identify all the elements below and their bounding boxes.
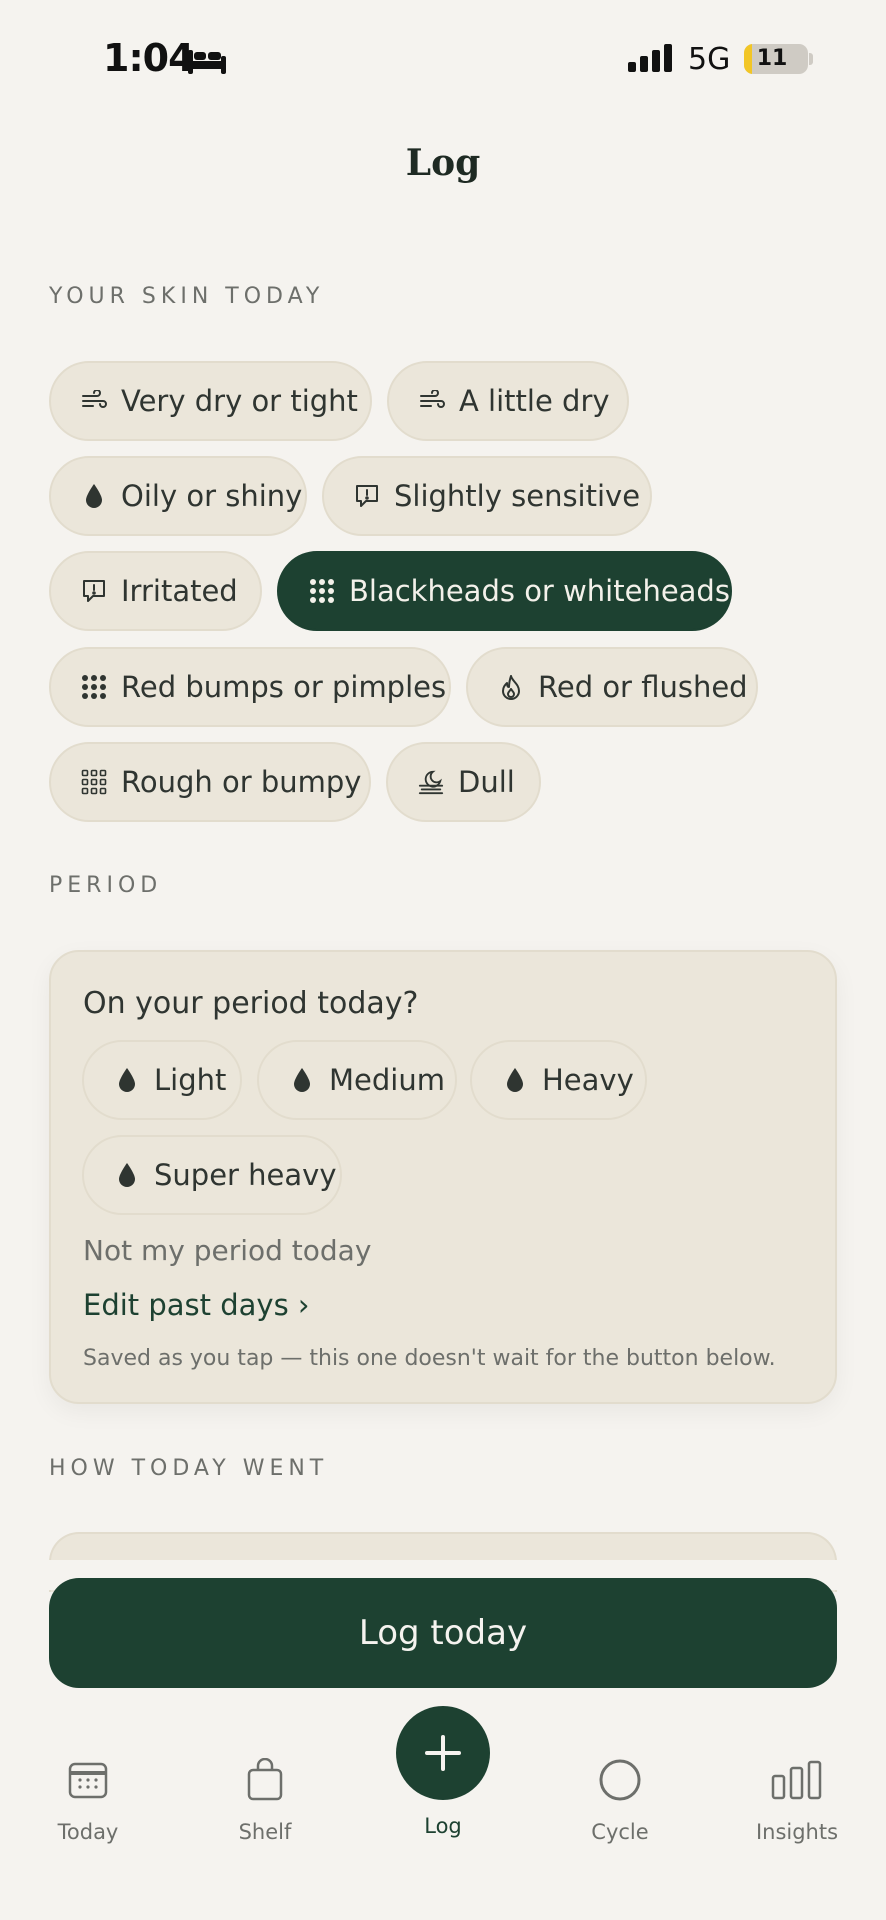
period-option-medium[interactable]: Medium — [257, 1040, 457, 1120]
skin-option-irritated[interactable]: Irritated — [49, 551, 262, 631]
skin-option-dull[interactable]: Dull — [386, 742, 541, 822]
period-card: On your period today? Light Medium Heavy… — [49, 950, 837, 1404]
alert-bubble-icon — [81, 578, 107, 604]
chip-label: Very dry or tight — [121, 384, 358, 418]
bed-icon — [188, 50, 226, 74]
battery-cap — [809, 53, 813, 65]
tab-log[interactable] — [396, 1706, 490, 1800]
not-period-link[interactable]: Not my period today — [83, 1234, 371, 1267]
tab-label: Shelf — [238, 1820, 292, 1844]
skin-option-slightly-sensitive[interactable]: Slightly sensitive — [322, 456, 652, 536]
drop-icon — [502, 1067, 528, 1093]
skin-option-blackheads[interactable]: Blackheads or whiteheads — [277, 551, 732, 631]
drop-icon — [289, 1067, 315, 1093]
battery-level: 11 — [756, 46, 788, 71]
tab-cycle[interactable]: Cycle — [550, 1752, 690, 1844]
bag-icon — [195, 1752, 335, 1808]
page-title: Log — [405, 142, 481, 184]
skin-option-red-bumps[interactable]: Red bumps or pimples — [49, 647, 451, 727]
skin-option-rough[interactable]: Rough or bumpy — [49, 742, 371, 822]
period-option-super-heavy[interactable]: Super heavy — [82, 1135, 342, 1215]
chip-label: Super heavy — [154, 1158, 337, 1192]
chip-label: A little dry — [459, 384, 610, 418]
drop-icon — [114, 1067, 140, 1093]
chip-label: Red bumps or pimples — [121, 670, 447, 704]
saved-note: Saved as you tap — this one doesn't wait… — [83, 1346, 776, 1371]
battery-indicator: 11 — [744, 44, 808, 74]
bar-chart-icon — [727, 1752, 867, 1808]
section-label-how-today: HOW TODAY WENT — [49, 1456, 329, 1481]
signal-icon — [628, 44, 672, 72]
tab-label: Today — [57, 1820, 119, 1844]
haze-moon-icon — [418, 769, 444, 795]
tab-insights[interactable]: Insights — [727, 1752, 867, 1844]
edit-past-days-link[interactable]: Edit past days › — [83, 1288, 310, 1322]
status-bar: 1:04 5G 11 — [0, 0, 886, 120]
chip-label: Red or flushed — [538, 670, 748, 704]
chip-label: Rough or bumpy — [121, 765, 362, 799]
chip-label: Oily or shiny — [121, 479, 303, 513]
flame-icon — [498, 674, 524, 700]
skin-option-red-flushed[interactable]: Red or flushed — [466, 647, 758, 727]
network-type: 5G — [688, 42, 731, 77]
dots-grid-icon — [309, 578, 335, 604]
chip-label: Heavy — [542, 1063, 634, 1097]
chip-label: Slightly sensitive — [394, 479, 641, 513]
log-today-button[interactable]: Log today — [49, 1578, 837, 1688]
outline-dots-grid-icon — [81, 769, 107, 795]
status-time: 1:04 — [103, 36, 195, 80]
drop-icon — [114, 1162, 140, 1188]
alert-bubble-icon — [354, 483, 380, 509]
tab-log-label[interactable]: Log — [371, 1814, 515, 1838]
period-option-heavy[interactable]: Heavy — [470, 1040, 647, 1120]
chip-label: Dull — [458, 765, 515, 799]
tab-shelf[interactable]: Shelf — [195, 1752, 335, 1844]
period-question: On your period today? — [83, 986, 419, 1021]
drop-icon — [81, 483, 107, 509]
skin-option-little-dry[interactable]: A little dry — [387, 361, 629, 441]
plus-icon — [425, 1735, 461, 1771]
skin-option-very-dry[interactable]: Very dry or tight — [49, 361, 372, 441]
period-option-light[interactable]: Light — [82, 1040, 242, 1120]
tab-label: Cycle — [591, 1820, 649, 1844]
chip-label: Blackheads or whiteheads — [349, 574, 730, 608]
dots-grid-icon — [81, 674, 107, 700]
tab-today[interactable]: Today — [18, 1752, 158, 1844]
chip-label: Medium — [329, 1063, 445, 1097]
section-label-skin: YOUR SKIN TODAY — [49, 284, 325, 309]
section-label-period: PERIOD — [49, 873, 163, 898]
tab-label: Insights — [755, 1820, 839, 1844]
wind-icon — [81, 388, 107, 414]
chip-label: Light — [154, 1063, 227, 1097]
chip-label: Irritated — [121, 574, 238, 608]
skin-option-oily[interactable]: Oily or shiny — [49, 456, 307, 536]
wind-icon — [419, 388, 445, 414]
calendar-icon — [18, 1752, 158, 1808]
circle-icon — [550, 1752, 690, 1808]
